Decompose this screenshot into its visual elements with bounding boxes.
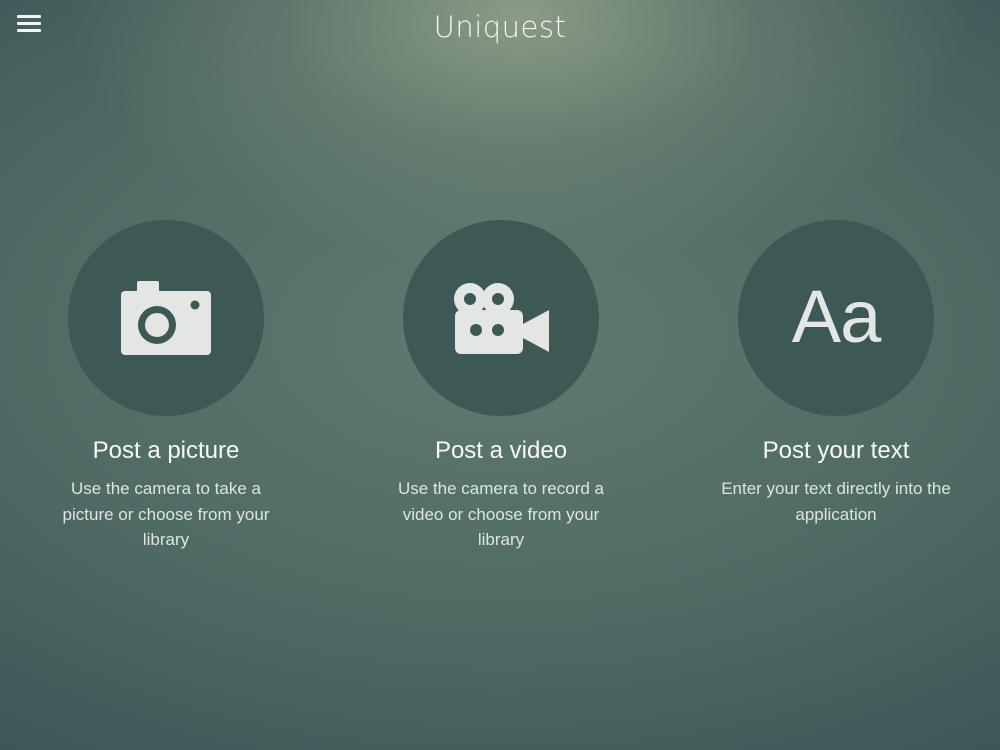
post-picture-option[interactable]: Post a picture Use the camera to take a … bbox=[31, 220, 301, 553]
post-text-button[interactable]: Aa bbox=[738, 220, 934, 416]
video-camera-icon bbox=[454, 283, 549, 354]
post-picture-button[interactable] bbox=[68, 220, 264, 416]
option-description: Enter your text directly into the applic… bbox=[721, 479, 951, 524]
camera-icon bbox=[121, 281, 211, 355]
post-video-button[interactable] bbox=[403, 220, 599, 416]
option-title: Post a video bbox=[434, 437, 568, 464]
post-video-option[interactable]: Post a video Use the camera to record a … bbox=[366, 220, 636, 553]
post-text-option[interactable]: Aa Post your text Enter your text direct… bbox=[701, 220, 971, 527]
option-description: Use the camera to record a video or choo… bbox=[398, 479, 604, 549]
app-title: Uniquest bbox=[433, 10, 567, 44]
option-description: Use the camera to take a picture or choo… bbox=[62, 479, 270, 549]
option-title: Post a picture bbox=[92, 437, 240, 464]
option-title: Post your text bbox=[762, 437, 910, 464]
text-icon: Aa bbox=[791, 275, 882, 358]
